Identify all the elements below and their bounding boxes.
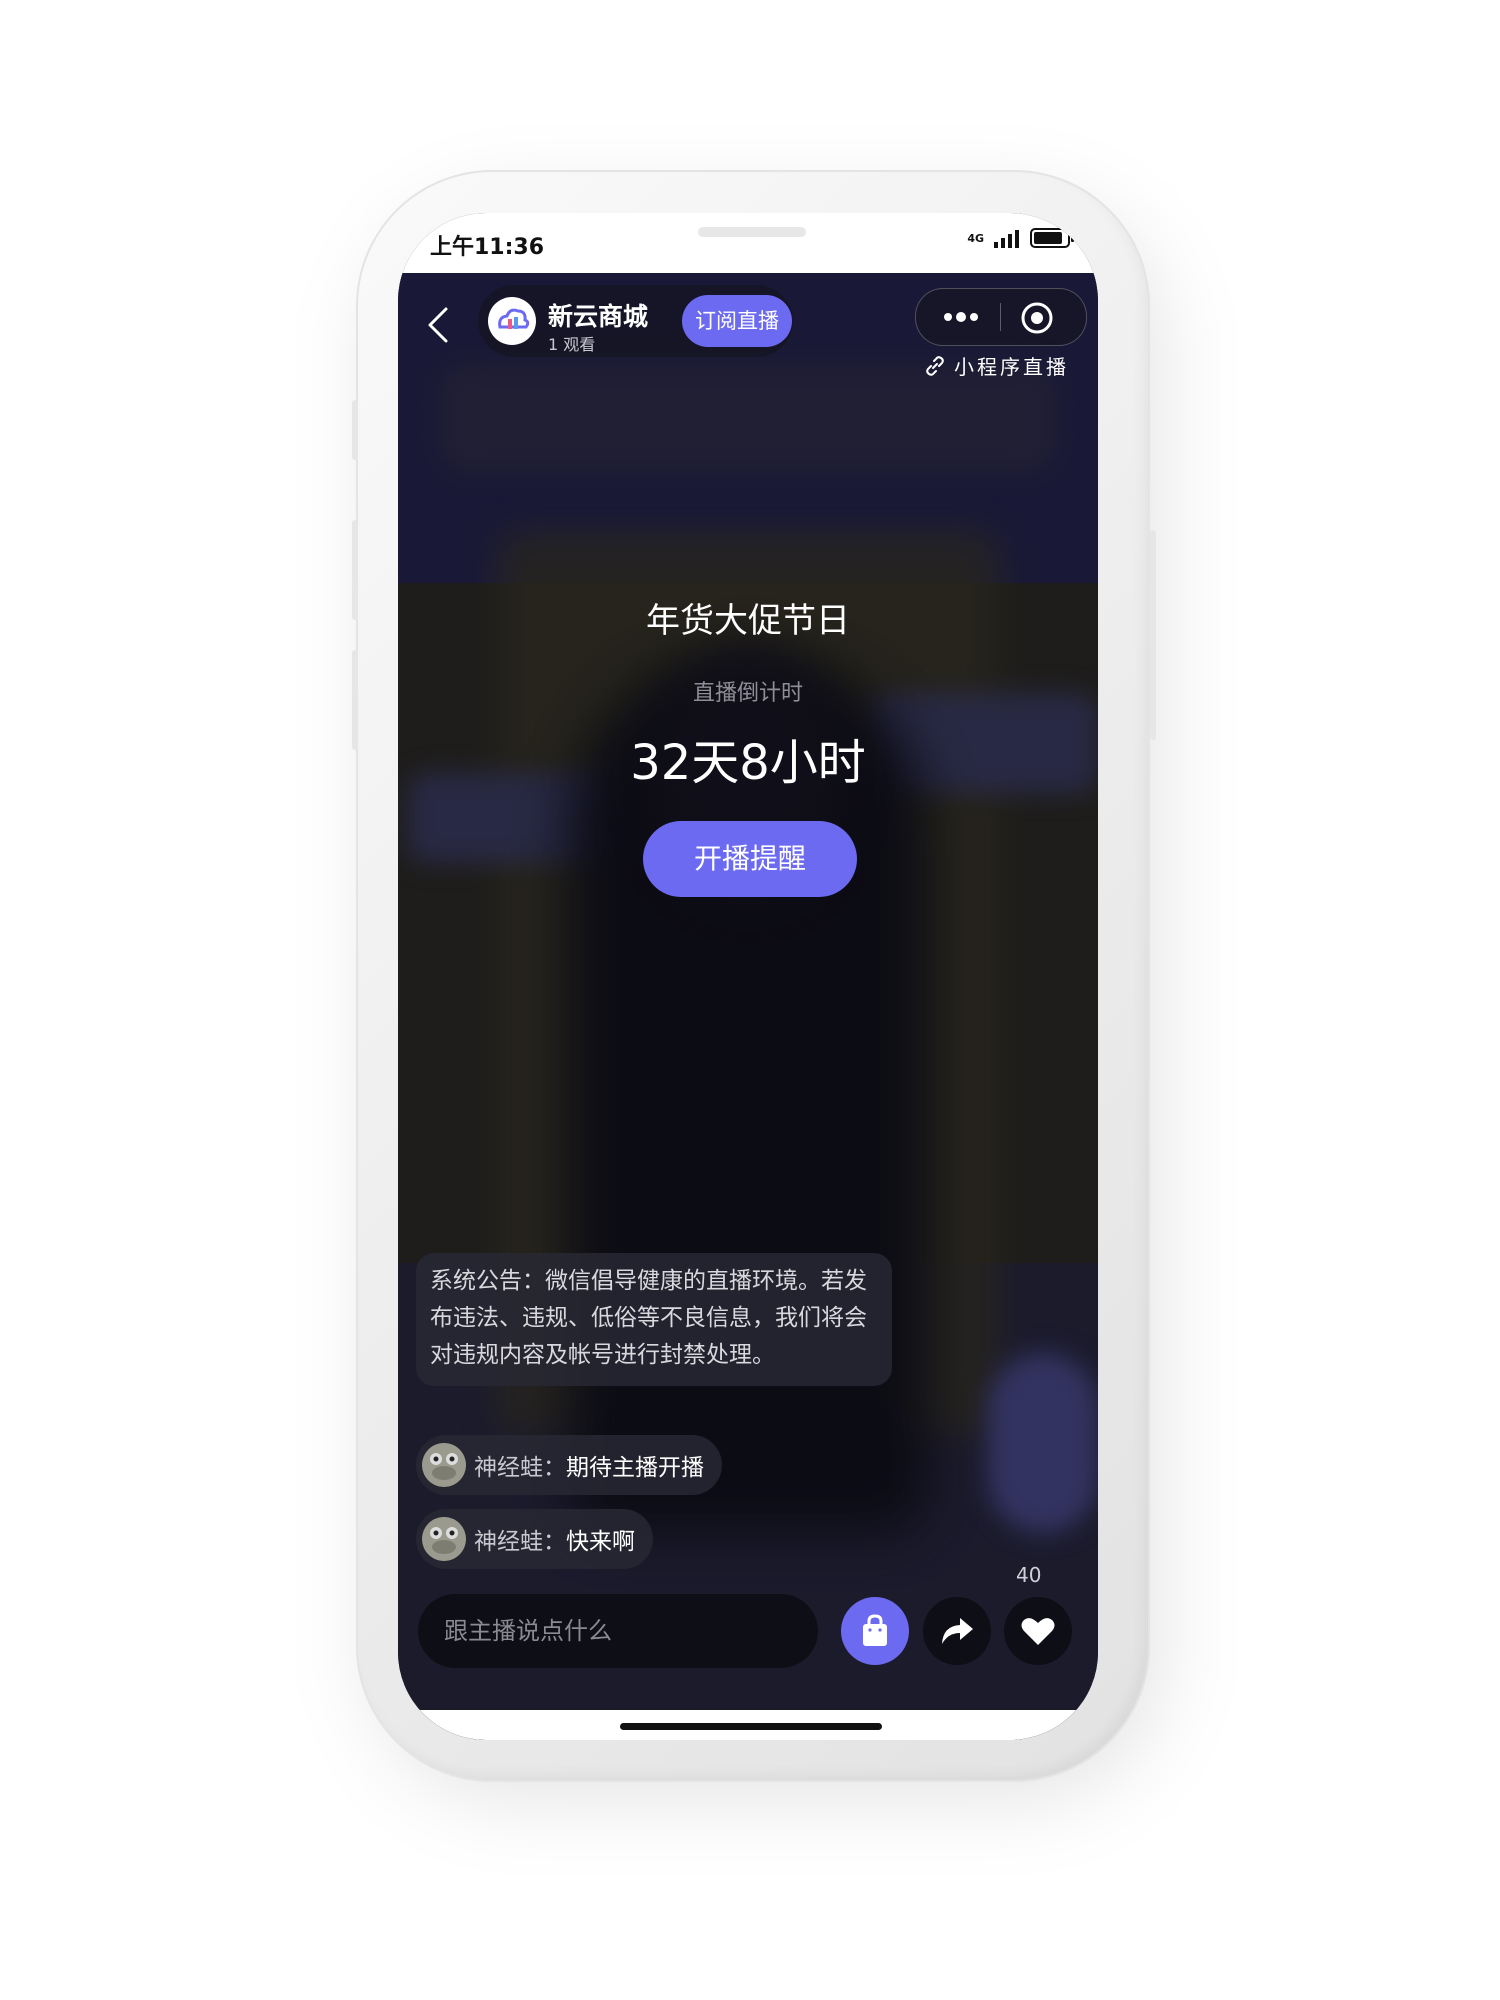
avatar bbox=[422, 1517, 466, 1561]
shopping-bag-button[interactable] bbox=[841, 1597, 909, 1665]
chat-input[interactable] bbox=[418, 1594, 818, 1668]
signal-icon bbox=[994, 230, 1019, 248]
mini-program-live-link[interactable]: 小程序直播 bbox=[924, 351, 1069, 380]
cloud-logo-icon bbox=[498, 308, 530, 329]
like-count: 40 bbox=[1016, 1563, 1042, 1587]
shop-logo bbox=[488, 297, 536, 345]
frog-avatar-icon bbox=[422, 1443, 466, 1487]
comment-user: 神经蛙： bbox=[474, 1455, 566, 1481]
phone-side-button bbox=[352, 650, 358, 750]
heart-icon bbox=[1021, 1618, 1055, 1645]
event-title: 年货大促节日 bbox=[646, 601, 850, 641]
phone-side-button bbox=[352, 520, 358, 620]
battery-icon bbox=[1030, 228, 1074, 248]
shop-name: 新云商城 bbox=[548, 302, 649, 331]
shop-info[interactable]: 新云商城 1 观看 订阅直播 bbox=[478, 285, 793, 357]
countdown-label: 直播倒计时 bbox=[692, 681, 803, 706]
link-icon bbox=[926, 355, 944, 376]
viewer-count: 1 观看 bbox=[548, 335, 596, 354]
comment-item: 神经蛙： 快来啊 bbox=[416, 1509, 653, 1569]
close-miniprogram-button[interactable] bbox=[1020, 301, 1054, 335]
status-indicators: 4G bbox=[967, 227, 1076, 249]
frog-avatar-icon bbox=[422, 1517, 466, 1561]
phone-screen: 上午11:36 4G 新云商城 1 观看 订阅直播 小程序直播 年货大促节日 直… bbox=[398, 213, 1098, 1740]
countdown-value: 32天8小时 bbox=[630, 735, 866, 791]
chevron-left-icon bbox=[428, 307, 448, 343]
share-arrow-icon bbox=[942, 1618, 973, 1644]
back-button[interactable] bbox=[424, 305, 454, 345]
record-circle-icon bbox=[1021, 302, 1053, 334]
comment-text: 期待主播开播 bbox=[566, 1455, 704, 1481]
status-time: 上午11:36 bbox=[430, 235, 545, 260]
comment-text: 快来啊 bbox=[566, 1529, 635, 1555]
mini-program-live-label: 小程序直播 bbox=[954, 355, 1069, 379]
remind-button[interactable]: 开播提醒 bbox=[643, 821, 857, 897]
like-button[interactable] bbox=[1004, 1597, 1072, 1665]
phone-side-button bbox=[1150, 530, 1156, 740]
avatar bbox=[422, 1443, 466, 1487]
network-label: 4G bbox=[967, 231, 984, 245]
subscribe-button[interactable]: 订阅直播 bbox=[682, 295, 792, 347]
more-button[interactable] bbox=[936, 301, 986, 333]
system-notice: 系统公告：微信倡导健康的直播环境。若发布违法、违规、低俗等不良信息，我们将会对违… bbox=[416, 1253, 892, 1386]
home-indicator[interactable] bbox=[620, 1723, 882, 1730]
more-dots-icon bbox=[944, 312, 978, 322]
comment-user: 神经蛙： bbox=[474, 1529, 566, 1555]
menu-capsule bbox=[915, 288, 1087, 346]
shopping-bag-icon bbox=[863, 1614, 887, 1646]
notch bbox=[555, 213, 941, 273]
speaker bbox=[698, 227, 806, 237]
comment-item: 神经蛙： 期待主播开播 bbox=[416, 1435, 722, 1495]
phone-side-button bbox=[352, 400, 358, 460]
share-button[interactable] bbox=[923, 1597, 991, 1665]
